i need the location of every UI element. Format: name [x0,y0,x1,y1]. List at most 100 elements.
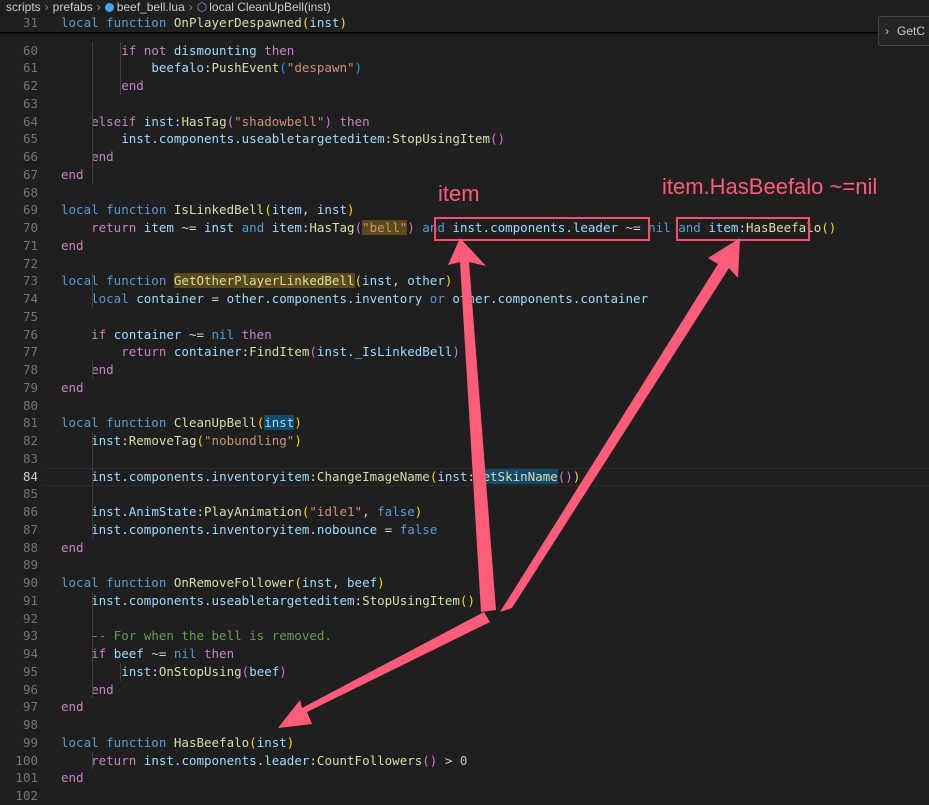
code-line[interactable]: 73 local function GetOtherPlayerLinkedBel… [0,272,929,290]
code-token: inst [143,752,174,768]
code-editor[interactable]: 60 if not dismounting then 61 beefalo:Pus… [0,0,929,803]
code-token: PlayAnimation [204,504,302,519]
line-number: 81 [22,415,38,431]
code-line[interactable]: 77 return container:FindItem(inst._IsLin… [0,343,929,361]
code-line[interactable]: 79 end [0,379,929,397]
find-input-value[interactable]: GetC [897,24,925,38]
code-line[interactable]: 99 local function HasBeefalo(inst) [0,734,929,752]
code-line[interactable]: 64 elseif inst:HasTag("shadowbell") then [0,113,929,131]
code-line[interactable]: 100 return inst.components.leader:CountF… [0,752,929,770]
breadcrumb-item-prefabs[interactable]: prefabs [53,0,93,14]
code-line[interactable]: 95 inst:OnStopUsing(beef) [0,663,929,681]
code-token: container [113,326,182,342]
code-line[interactable]: 97 end [0,698,929,716]
code-token: local function [61,273,174,289]
code-line[interactable]: 81 local function CleanUpBell(inst) [0,414,929,432]
code-line[interactable]: 89 [0,556,929,574]
line-number: 68 [22,184,38,200]
code-line[interactable]: 85 [0,485,929,503]
line-text: local function HasBeefalo(inst) [61,734,294,752]
chevron-right-icon: › [44,0,49,14]
line-text: if container ~= nil then [61,326,272,344]
code-token: container [136,291,204,306]
code-line[interactable]: 76 if container ~= nil then [0,326,929,344]
chevron-right-icon: › [188,0,193,14]
line-number: 76 [22,326,38,342]
code-token: ) [339,15,347,30]
code-line[interactable]: 88 end [0,539,929,557]
code-line[interactable]: 82 inst:RemoveTag("nobundling") [0,432,929,450]
code-token: inst [316,202,348,218]
code-line[interactable]: 66 end [0,148,929,166]
code-token: HasTag [309,220,355,235]
code-token: -- For when the bell is removed. [91,628,332,644]
code-token: false [377,504,415,519]
code-line[interactable]: 102 [0,787,929,805]
breadcrumb-item-symbol[interactable]: local CleanUpBell(inst) [209,0,330,14]
code-line[interactable]: 84 inst.components.inventoryitem:ChangeI… [0,468,929,486]
code-token: : [121,433,129,448]
code-line[interactable]: 83 [0,450,929,468]
code-line[interactable]: 65 inst.components.useabletargeteditem:S… [0,130,929,148]
breadcrumb-item-scripts[interactable]: scripts [6,0,41,14]
code-token: return [91,752,144,768]
code-line[interactable]: 101 end [0,769,929,787]
line-number: 73 [22,273,38,289]
annotation-label-hasbeefalo: item.HasBeefalo ~=nil [662,174,878,199]
code-line[interactable]: 96 end [0,681,929,699]
line-text: end [61,769,84,787]
line-number: 85 [22,486,38,502]
code-token: ( [196,433,205,448]
code-token: ) [279,663,287,679]
code-line[interactable]: 86 inst.AnimState:PlayAnimation("idle1",… [0,503,929,521]
code-token: end [91,149,114,164]
code-token: inst [204,220,235,235]
code-token: or [422,291,453,306]
code-token: end [61,699,84,715]
code-token: : [204,60,212,76]
line-text: inst.components.inventoryitem:ChangeImag… [61,468,580,486]
indent-guide [92,751,93,770]
code-line[interactable]: 63 [0,95,929,113]
line-text: end [61,698,84,716]
code-line[interactable]: 61 beefalo:PushEvent("despawn") [0,59,929,77]
chevron-right-icon[interactable]: › [885,24,889,38]
code-token: AnimState [128,504,197,519]
code-line[interactable]: 98 [0,716,929,734]
code-token: () [557,468,573,484]
sticky-scroll-header[interactable]: 31 local function OnPlayerDespawned(inst) [0,14,878,33]
code-token: beef [113,646,144,661]
code-line[interactable]: 78 end [0,361,929,379]
code-line[interactable]: 90 local function OnRemoveFollower(inst, … [0,574,929,592]
code-line[interactable]: 62 end [0,77,929,95]
code-line[interactable]: 80 [0,397,929,415]
line-text: return inst.components.leader:CountFollo… [61,752,467,770]
code-line[interactable]: 60 if not dismounting then [0,42,929,60]
code-line[interactable]: 93 -- For when the bell is removed. [0,627,929,645]
line-number: 96 [22,681,38,697]
code-line[interactable]: 91 inst.components.useabletargeteditem:S… [0,592,929,610]
breadcrumb-item-file[interactable]: beef_bell.lua [117,0,185,14]
code-token: components [497,291,573,306]
code-token: ChangeImageName [316,468,430,484]
code-line[interactable]: 74 local container = other.components.in… [0,290,929,308]
line-text: elseif inst:HasTag("shadowbell") then [61,113,370,131]
code-token: PushEvent [211,60,280,76]
code-line[interactable]: 87 inst.components.inventoryitem.nobounc… [0,521,929,539]
sticky-line[interactable]: 31 local function OnPlayerDespawned(inst) [0,14,929,32]
code-token: OnRemoveFollower [173,575,295,590]
code-line[interactable]: 75 [0,308,929,326]
code-token: local function [61,415,174,431]
code-token: components [181,752,257,768]
code-token: ( [249,734,257,750]
find-widget[interactable]: › GetC [878,16,929,46]
line-number: 86 [22,504,38,519]
code-line[interactable]: 94 if beef ~= nil then [0,645,929,663]
code-line[interactable]: 72 [0,255,929,273]
code-line[interactable]: 92 [0,610,929,628]
